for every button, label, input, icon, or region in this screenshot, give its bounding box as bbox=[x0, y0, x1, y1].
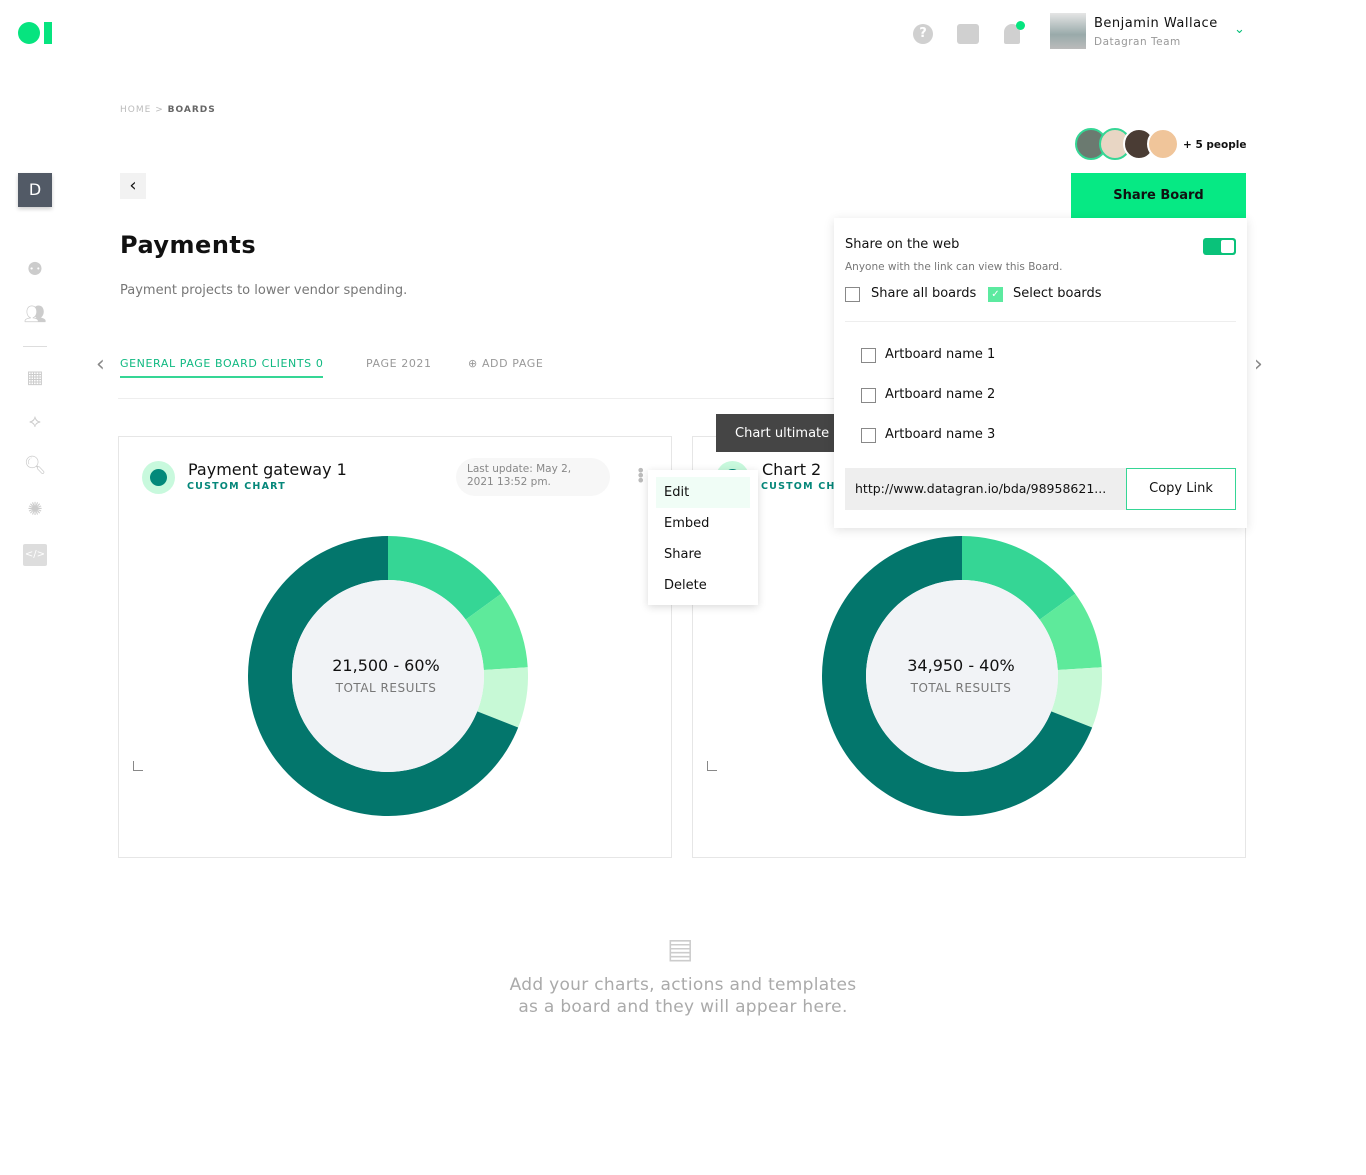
help-icon[interactable]: ? bbox=[913, 24, 933, 44]
artboard-label: Artboard name 1 bbox=[885, 347, 996, 362]
share-web-toggle[interactable] bbox=[1203, 238, 1236, 255]
copy-link-button[interactable]: Copy Link bbox=[1126, 468, 1236, 510]
menu-item-share[interactable]: Share bbox=[656, 539, 750, 570]
breadcrumb-current: BOARDS bbox=[167, 105, 216, 115]
graduation-cap-icon[interactable] bbox=[957, 24, 979, 44]
select-boards-label: Select boards bbox=[1013, 286, 1102, 301]
tooltip: Chart ultimate c bbox=[716, 414, 836, 452]
workspace-button[interactable]: D bbox=[18, 173, 52, 207]
donut-center-value: 21,500 - 60% bbox=[332, 656, 440, 675]
resize-handle[interactable] bbox=[707, 761, 717, 771]
breadcrumb-separator: > bbox=[155, 105, 164, 115]
donut-chart bbox=[248, 536, 528, 816]
chevron-right-icon[interactable]: › bbox=[1254, 352, 1263, 377]
share-description: Anyone with the link can view this Board… bbox=[845, 261, 1063, 273]
tab-general-page[interactable]: GENERAL PAGE BOARD CLIENTS 0 bbox=[120, 357, 324, 378]
page-title: Payments bbox=[120, 231, 257, 259]
chevron-left-icon[interactable]: ‹ bbox=[96, 352, 105, 377]
logo[interactable] bbox=[18, 22, 40, 44]
card-subtitle: CUSTOM CHART bbox=[761, 481, 835, 492]
menu-item-edit[interactable]: Edit bbox=[656, 477, 750, 508]
tab-divider bbox=[118, 398, 838, 399]
artboard-checkbox[interactable] bbox=[861, 388, 876, 403]
code-icon[interactable]: </> bbox=[23, 544, 47, 566]
divider bbox=[845, 321, 1236, 322]
brain-icon[interactable]: ✺ bbox=[23, 499, 47, 521]
collaborator-avatar[interactable] bbox=[1147, 128, 1179, 160]
context-menu: Edit Embed Share Delete bbox=[648, 470, 758, 605]
share-board-button[interactable]: Share Board bbox=[1071, 173, 1246, 218]
boards-calendar-icon: ▤ bbox=[667, 932, 694, 965]
dashboard-icon[interactable]: ▦ bbox=[23, 367, 47, 389]
page-subtitle: Payment projects to lower vendor spendin… bbox=[120, 283, 408, 298]
donut-center-value: 34,950 - 40% bbox=[907, 656, 1015, 675]
notification-dot bbox=[1016, 21, 1025, 30]
team-icon[interactable]: 👥︎ bbox=[23, 304, 47, 326]
plus-icon: ⊕ bbox=[468, 357, 478, 370]
more-options-icon[interactable]: • • • bbox=[636, 463, 645, 489]
card-title: Payment gateway 1 bbox=[188, 460, 347, 479]
artboard-label: Artboard name 2 bbox=[885, 387, 996, 402]
last-update: Last update: May 2, 2021 13:52 pm. bbox=[456, 458, 610, 496]
empty-state-line1: Add your charts, actions and templates bbox=[509, 975, 857, 995]
artboard-checkbox[interactable] bbox=[861, 428, 876, 443]
resize-handle[interactable] bbox=[133, 761, 143, 771]
card-title: Chart 2 bbox=[762, 460, 822, 479]
avatar[interactable] bbox=[1050, 13, 1086, 49]
card-subtitle: CUSTOM CHART bbox=[187, 481, 286, 492]
donut-center bbox=[292, 580, 484, 772]
empty-state-line2: as a board and they will appear here. bbox=[518, 997, 848, 1017]
donut-center-label: TOTAL RESULTS bbox=[910, 681, 1012, 695]
analytics-search-icon[interactable]: 🔍︎ bbox=[23, 455, 47, 477]
sidebar-divider bbox=[23, 346, 47, 347]
share-all-checkbox[interactable] bbox=[845, 287, 860, 302]
menu-item-delete[interactable]: Delete bbox=[656, 570, 750, 601]
share-panel: Share on the web Anyone with the link ca… bbox=[834, 218, 1247, 528]
artboard-label: Artboard name 3 bbox=[885, 427, 996, 442]
network-icon[interactable]: ⟡ bbox=[23, 411, 47, 433]
people-count[interactable]: + 5 people bbox=[1183, 139, 1247, 151]
artboard-checkbox[interactable] bbox=[861, 348, 876, 363]
tab-page-2021[interactable]: PAGE 2021 bbox=[366, 357, 432, 370]
tab-add-page[interactable]: ⊕ ADD PAGE bbox=[468, 357, 543, 370]
pie-chart-icon bbox=[142, 461, 175, 494]
add-page-label: ADD PAGE bbox=[481, 357, 544, 370]
logo-bar bbox=[44, 22, 52, 44]
user-name: Benjamin Wallace bbox=[1094, 16, 1218, 31]
share-all-label: Share all boards bbox=[871, 286, 977, 301]
share-link-field[interactable]: http://www.datagran.io/bda/98958621... bbox=[845, 468, 1126, 510]
pipeline-icon[interactable]: ⚉ bbox=[23, 259, 47, 281]
select-boards-checkbox[interactable]: ✓ bbox=[988, 287, 1003, 302]
donut-center-label: TOTAL RESULTS bbox=[335, 681, 437, 695]
share-web-title: Share on the web bbox=[845, 237, 960, 252]
breadcrumb-home[interactable]: HOME bbox=[120, 105, 151, 115]
donut-center bbox=[866, 580, 1058, 772]
breadcrumb: HOME > BOARDS bbox=[120, 105, 216, 115]
menu-item-embed[interactable]: Embed bbox=[656, 508, 750, 539]
back-button[interactable]: ‹ bbox=[120, 173, 146, 199]
chevron-down-icon[interactable]: ⌄ bbox=[1234, 22, 1245, 37]
user-team: Datagran Team bbox=[1094, 36, 1181, 48]
donut-chart bbox=[822, 536, 1102, 816]
